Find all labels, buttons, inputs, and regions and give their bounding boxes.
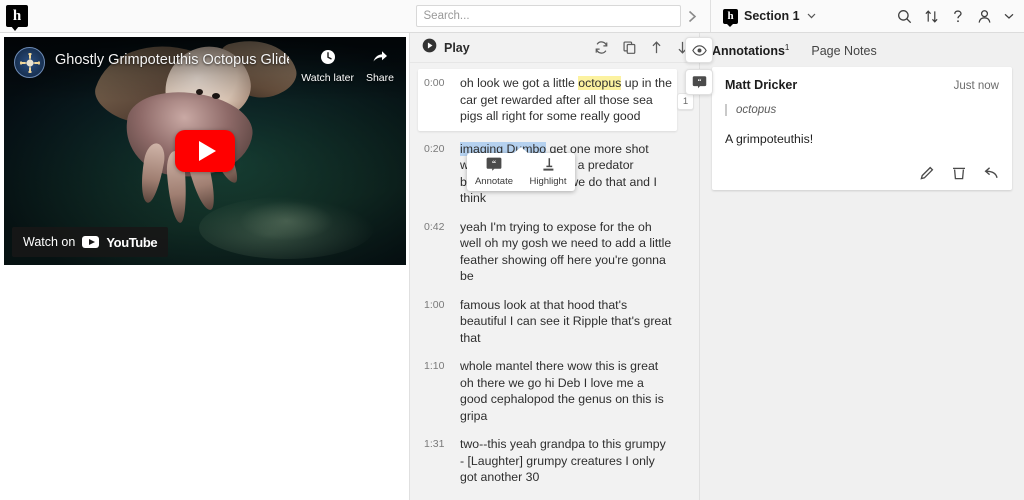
- transcript-timestamp[interactable]: 1:00: [424, 297, 460, 347]
- clock-icon: [320, 49, 336, 68]
- highlighter-icon: [540, 157, 556, 174]
- search-icon[interactable]: [897, 9, 912, 24]
- share-arrow-icon: [372, 49, 388, 68]
- video-top-overlay: Ghostly Grimpoteuthis Octopus Glide… Wat…: [4, 37, 406, 101]
- highlighted-text[interactable]: octopus: [578, 76, 621, 90]
- top-bar-left: h: [0, 5, 410, 27]
- hypothesis-logo-icon[interactable]: h: [6, 5, 28, 27]
- help-icon[interactable]: [951, 9, 965, 24]
- transcript-text[interactable]: famous look at that hood that's beautifu…: [460, 297, 673, 347]
- youtube-play-icon: [82, 236, 99, 248]
- hypothesis-app: h h Section 1: [0, 0, 1024, 500]
- tab-page-notes[interactable]: Page Notes: [811, 44, 876, 58]
- reply-icon[interactable]: [983, 165, 999, 181]
- annotations-sidebar: Annotations1 Page Notes Matt Dricker Just…: [700, 33, 1024, 500]
- transcript-text[interactable]: two--this yeah grandpa to this grumpy - …: [460, 436, 673, 486]
- search-input[interactable]: [416, 5, 681, 27]
- transcript-segment[interactable]: 1:10whole mantel there wow this is great…: [418, 352, 677, 430]
- annotation-card: Matt Dricker Just now octopus A grimpote…: [712, 67, 1012, 190]
- chevron-down-icon: [807, 11, 816, 22]
- chevron-right-icon[interactable]: [681, 10, 705, 23]
- play-button[interactable]: Play: [422, 38, 470, 58]
- edit-icon[interactable]: [919, 165, 935, 181]
- transcript-timestamp[interactable]: 1:10: [424, 358, 460, 424]
- youtube-wordmark: YouTube: [106, 235, 157, 250]
- transcript-segment[interactable]: 0:42yeah I'm trying to expose for the oh…: [418, 213, 677, 291]
- sidebar-header-icons: [897, 9, 1014, 24]
- youtube-play-button-icon[interactable]: [175, 130, 235, 172]
- share-label: Share: [366, 72, 394, 84]
- chevron-down-icon[interactable]: [1004, 13, 1014, 20]
- annotation-author[interactable]: Matt Dricker: [725, 78, 797, 92]
- play-circle-icon: [422, 38, 437, 58]
- transcript-segment[interactable]: 1:48seconds or so unfortunately that's e…: [418, 492, 677, 500]
- transcript-timestamp[interactable]: 1:31: [424, 436, 460, 486]
- annotation-header: Matt Dricker Just now: [725, 78, 999, 92]
- section-title: Section 1: [744, 9, 800, 23]
- copy-icon[interactable]: [622, 40, 637, 55]
- highlight-label: Highlight: [530, 176, 567, 187]
- top-bar-search-area: [410, 5, 710, 27]
- share-button[interactable]: Share: [366, 49, 394, 84]
- transcript-text[interactable]: whole mantel there wow this is great oh …: [460, 358, 673, 424]
- svg-text:“: “: [697, 77, 701, 86]
- sidebar-header: h Section 1: [710, 0, 1024, 32]
- transcript-timestamp[interactable]: 0:00: [424, 75, 460, 125]
- annotation-quote: octopus: [725, 104, 999, 116]
- sidebar-toggle-buttons: “: [685, 37, 713, 95]
- top-bar: h h Section 1: [0, 0, 1024, 33]
- arrow-up-icon[interactable]: [650, 40, 663, 55]
- transcript-segment[interactable]: 0:00oh look we got a little octopus up i…: [418, 69, 677, 131]
- transcript-list[interactable]: 0:00oh look we got a little octopus up i…: [410, 63, 699, 500]
- watch-later-label: Watch later: [301, 72, 354, 84]
- annotation-count-badge[interactable]: 1: [677, 93, 694, 110]
- annotation-timestamp[interactable]: Just now: [954, 80, 999, 92]
- watch-later-button[interactable]: Watch later: [301, 49, 354, 84]
- transcript-segment[interactable]: 1:31two--this yeah grandpa to this grump…: [418, 430, 677, 492]
- watch-on-youtube-button[interactable]: Watch on YouTube: [12, 227, 168, 257]
- annotate-button[interactable]: “ Annotate: [467, 157, 521, 187]
- transcript-timestamp[interactable]: 0:20: [424, 141, 460, 207]
- transcript-segment[interactable]: 1:00famous look at that hood that's beau…: [418, 291, 677, 353]
- tab-annotations[interactable]: Annotations1: [712, 43, 789, 58]
- transcript-pane: Play: [410, 33, 700, 500]
- transcript-text[interactable]: yeah I'm trying to expose for the oh wel…: [460, 219, 673, 285]
- annotate-label: Annotate: [475, 176, 513, 187]
- seafloor-detail: [239, 201, 334, 241]
- transcript-tools: [594, 40, 689, 55]
- channel-avatar-icon[interactable]: [14, 47, 45, 78]
- annotation-quote-icon[interactable]: “: [685, 69, 713, 95]
- sidebar-tabs: Annotations1 Page Notes: [700, 33, 1024, 67]
- watch-on-label: Watch on: [23, 235, 75, 249]
- svg-text:“: “: [492, 158, 496, 168]
- sort-icon[interactable]: [924, 9, 939, 24]
- video-title[interactable]: Ghostly Grimpoteuthis Octopus Glide…: [55, 52, 289, 68]
- highlight-button[interactable]: Highlight: [521, 157, 575, 187]
- youtube-embed[interactable]: Ghostly Grimpoteuthis Octopus Glide… Wat…: [4, 37, 406, 265]
- delete-icon[interactable]: [951, 165, 967, 181]
- sync-icon[interactable]: [594, 40, 609, 55]
- annotation-actions: [725, 165, 999, 181]
- section-selector[interactable]: h Section 1: [723, 9, 816, 24]
- app-body: Ghostly Grimpoteuthis Octopus Glide… Wat…: [0, 33, 1024, 500]
- eye-icon[interactable]: [685, 37, 713, 63]
- video-pane: Ghostly Grimpoteuthis Octopus Glide… Wat…: [0, 33, 410, 500]
- transcript-timestamp[interactable]: 0:42: [424, 219, 460, 285]
- transcript-toolbar: Play: [410, 33, 699, 63]
- transcript-text[interactable]: oh look we got a little octopus up in th…: [460, 75, 673, 125]
- tab-count: 1: [785, 43, 789, 52]
- play-label: Play: [444, 41, 470, 55]
- annotation-body: A grimpoteuthis!: [725, 131, 999, 148]
- annotation-quote-icon: “: [486, 157, 502, 174]
- hypothesis-logo-small-icon: h: [723, 9, 738, 24]
- account-icon[interactable]: [977, 9, 992, 24]
- annotation-adder-popup: “ Annotate Highlight: [467, 153, 575, 191]
